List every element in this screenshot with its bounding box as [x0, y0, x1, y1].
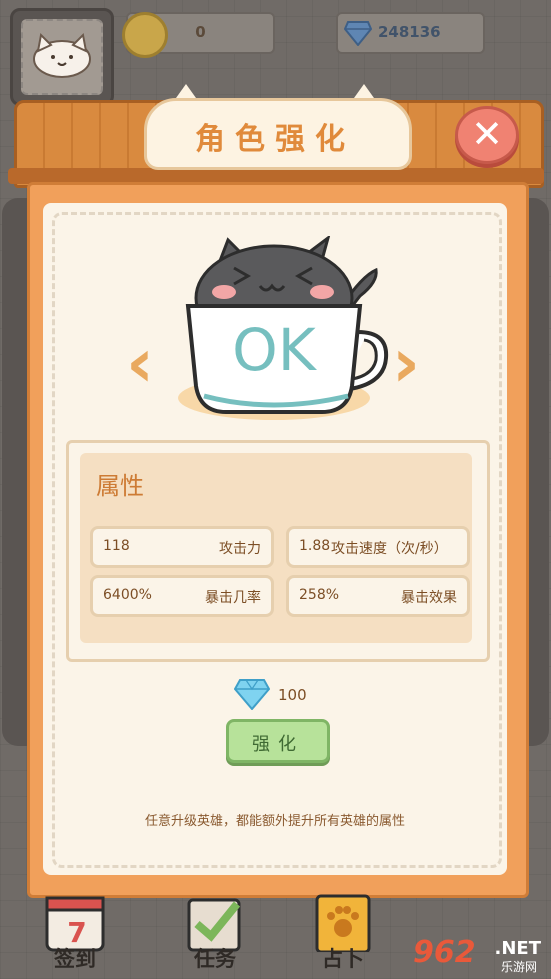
nav-tasks[interactable]: 任务	[170, 888, 260, 979]
nav-divination[interactable]: 占卜	[298, 888, 388, 979]
nav-label: 签到	[54, 947, 96, 971]
stat-value: 258%	[299, 587, 340, 603]
upgrade-button[interactable]: 强化	[226, 719, 330, 763]
upgrade-button-label: 强化	[252, 734, 304, 755]
gem-counter: 248136	[336, 12, 485, 54]
cat-cup-hero: OK	[178, 236, 389, 420]
stat-value: 1.88	[299, 538, 331, 554]
watermark-brand: 962	[413, 935, 476, 970]
stat-attack-speed: 1.88 攻击速度（次/秒）	[286, 526, 470, 568]
avatar-frame	[21, 19, 103, 95]
stat-label: 暴击几率	[205, 590, 261, 606]
stat-label: 攻击速度（次/秒）	[331, 541, 448, 557]
nav-sign-in[interactable]: 7 签到	[30, 888, 120, 979]
attributes-title: 属性	[96, 472, 144, 500]
next-hero-arrow[interactable]: ›	[392, 330, 420, 398]
stat-label: 暴击效果	[401, 590, 457, 606]
nav-label: 占卜	[322, 947, 364, 971]
stat-crit-damage: 258% 暴击效果	[286, 575, 470, 617]
nav-label: 任务	[194, 947, 236, 971]
stat-attack: 118 攻击力	[90, 526, 274, 568]
player-avatar[interactable]	[10, 8, 114, 106]
cat-avatar-icon	[33, 32, 91, 78]
stat-value: 118	[103, 538, 130, 554]
diamond-icon	[234, 679, 270, 710]
coin-amount: 0	[195, 23, 206, 41]
coin-counter: 0	[122, 12, 275, 58]
stat-label: 攻击力	[219, 541, 261, 557]
gem-amount: 248136	[378, 23, 441, 41]
close-button[interactable]: ✕	[455, 106, 519, 164]
diamond-icon	[344, 21, 372, 46]
stat-value: 6400%	[103, 587, 152, 603]
upgrade-hint: 任意升级英雄，都能额外提升所有英雄的属性	[144, 814, 405, 829]
site-watermark: 962 .NET 乐游网	[409, 935, 543, 975]
watermark-suffix: .NET	[494, 938, 541, 959]
close-icon: ✕	[471, 112, 503, 156]
panel-title: 角色强化	[195, 122, 355, 157]
cup-text: OK	[232, 316, 318, 384]
prev-hero-arrow[interactable]: ‹	[126, 330, 154, 398]
stat-crit-rate: 6400% 暴击几率	[90, 575, 274, 617]
upgrade-cost: 100	[278, 686, 307, 704]
watermark-sub: 乐游网	[500, 960, 537, 974]
